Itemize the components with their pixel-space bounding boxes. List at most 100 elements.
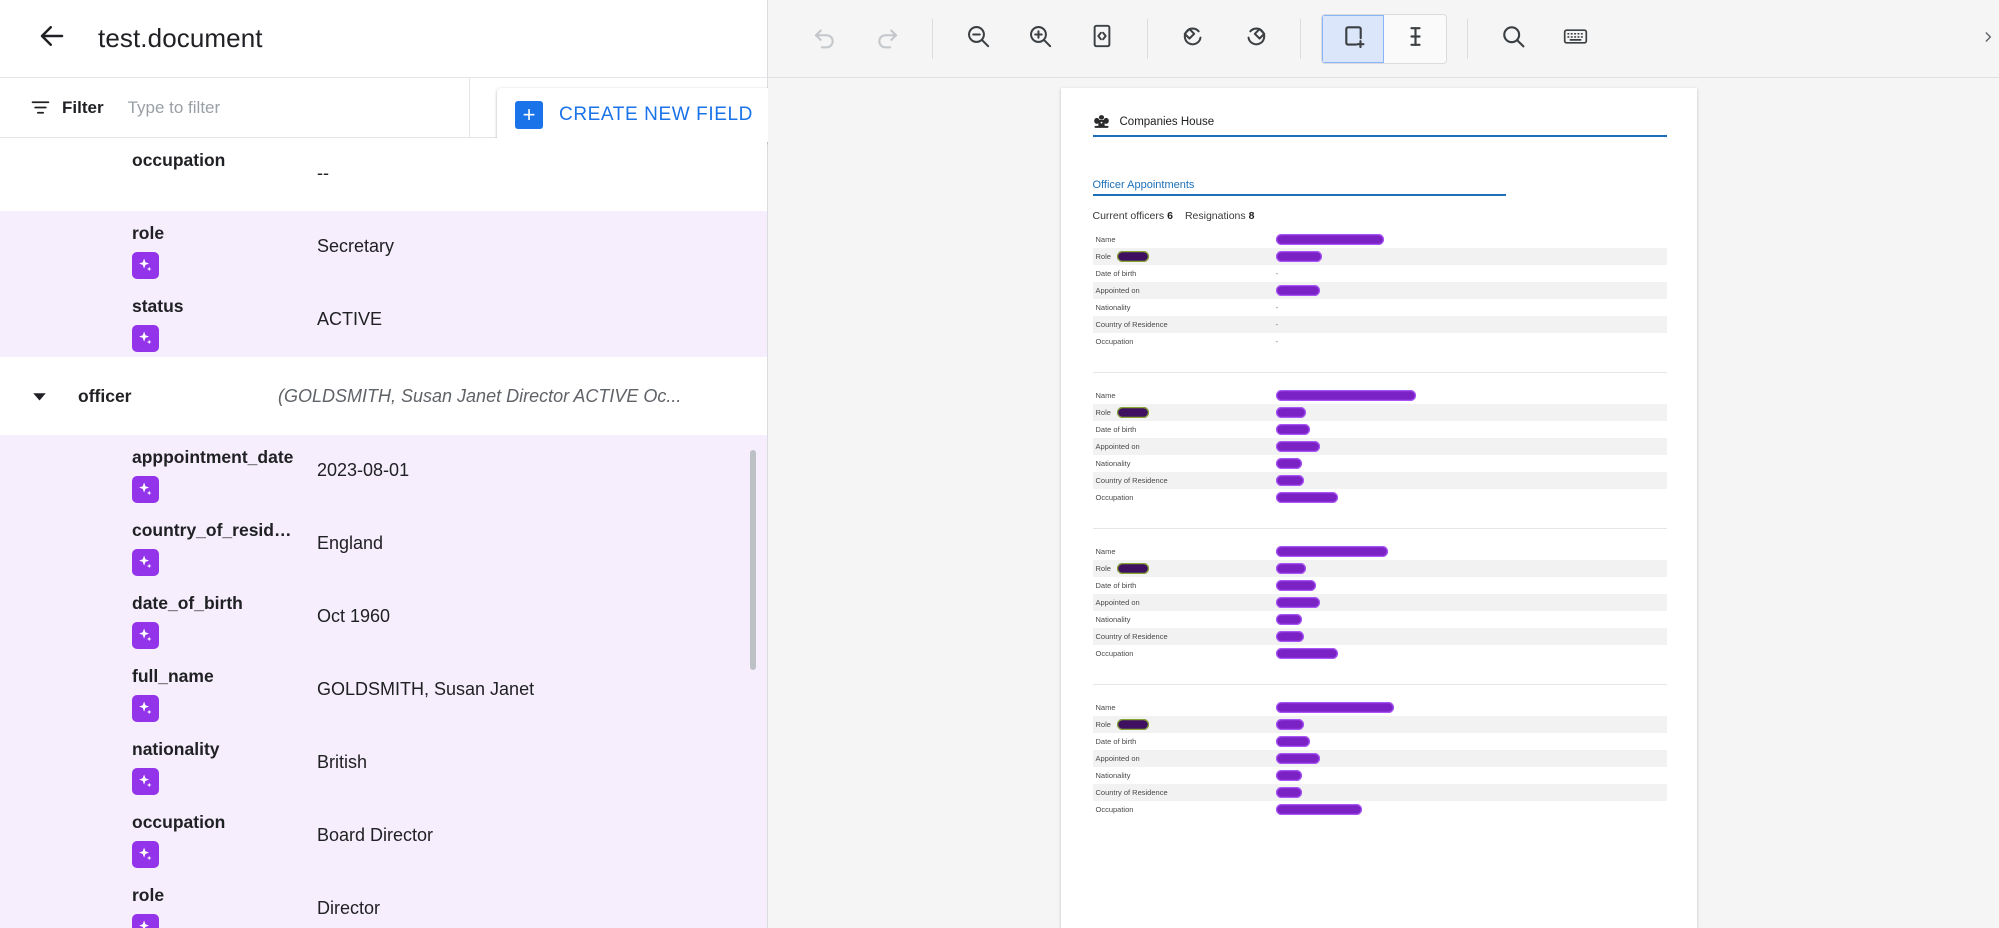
document-table-row[interactable]: Role [1093, 248, 1667, 265]
field-row[interactable]: occupation-- [0, 138, 767, 211]
document-table-row[interactable]: Role [1093, 560, 1667, 577]
document-row-value[interactable] [1276, 753, 1661, 764]
highlight-annotation[interactable] [1117, 563, 1149, 574]
field-value[interactable]: -- [317, 138, 767, 185]
page-area[interactable]: Companies House Officer Appointments Cur… [768, 78, 1999, 928]
document-table-row[interactable]: Name [1093, 699, 1667, 716]
rotate-left-button[interactable] [1165, 14, 1221, 64]
field-value[interactable]: British [317, 727, 767, 774]
keyboard-button[interactable] [1547, 14, 1603, 64]
ai-sparkle-icon[interactable] [132, 695, 159, 722]
document-table-row[interactable]: Country of Residence [1093, 472, 1667, 489]
highlight-annotation[interactable] [1276, 546, 1388, 557]
document-table-row[interactable]: Date of birth [1093, 421, 1667, 438]
field-value[interactable]: 2023-08-01 [317, 435, 767, 482]
search-input[interactable] [126, 97, 469, 119]
highlight-annotation[interactable] [1276, 458, 1302, 469]
ai-sparkle-icon[interactable] [132, 325, 159, 352]
highlight-annotation[interactable] [1276, 441, 1320, 452]
highlight-annotation[interactable] [1276, 580, 1316, 591]
document-table-row[interactable]: Country of Residence- [1093, 316, 1667, 333]
document-row-value[interactable] [1276, 546, 1661, 557]
document-row-value[interactable] [1276, 614, 1661, 625]
document-table-row[interactable]: Appointed on [1093, 594, 1667, 611]
field-value[interactable]: Director [317, 873, 767, 920]
document-row-value[interactable] [1276, 597, 1661, 608]
highlight-annotation[interactable] [1276, 770, 1302, 781]
field-row[interactable]: statusACTIVE [0, 284, 767, 357]
field-value[interactable]: Oct 1960 [317, 581, 767, 628]
highlight-annotation[interactable] [1276, 390, 1416, 401]
highlight-annotation[interactable] [1276, 251, 1322, 262]
document-table-row[interactable]: Nationality [1093, 611, 1667, 628]
panel-scrollbar-track[interactable] [754, 145, 762, 928]
caret-down-icon[interactable] [0, 389, 78, 404]
document-table-row[interactable]: Appointed on [1093, 282, 1667, 299]
document-table-row[interactable]: Country of Residence [1093, 784, 1667, 801]
document-table-row[interactable]: Appointed on [1093, 438, 1667, 455]
document-table-row[interactable]: Name [1093, 387, 1667, 404]
document-table-row[interactable]: Date of birth [1093, 733, 1667, 750]
highlight-annotation[interactable] [1276, 736, 1310, 747]
zoom-out-button[interactable] [950, 14, 1006, 64]
field-group-row[interactable]: officer(GOLDSMITH, Susan Janet Director … [0, 357, 767, 435]
back-button[interactable] [30, 17, 74, 61]
document-table-row[interactable]: Name [1093, 543, 1667, 560]
document-row-value[interactable]: - [1276, 320, 1661, 329]
document-table-row[interactable]: Nationality [1093, 767, 1667, 784]
document-table-row[interactable]: Occupation [1093, 801, 1667, 818]
field-row[interactable]: nationalityBritish [0, 727, 767, 800]
highlight-annotation[interactable] [1276, 719, 1304, 730]
document-row-value[interactable] [1276, 234, 1661, 245]
field-row[interactable]: full_nameGOLDSMITH, Susan Janet [0, 654, 767, 727]
highlight-annotation[interactable] [1276, 648, 1338, 659]
highlight-annotation[interactable] [1276, 563, 1306, 574]
fit-page-button[interactable] [1074, 14, 1130, 64]
document-row-value[interactable] [1276, 631, 1661, 642]
document-table-row[interactable]: Occupation- [1093, 333, 1667, 350]
ai-sparkle-icon[interactable] [132, 476, 159, 503]
highlight-annotation[interactable] [1276, 787, 1302, 798]
document-table-row[interactable]: Role [1093, 716, 1667, 733]
highlight-annotation[interactable] [1117, 719, 1149, 730]
document-table-row[interactable]: Country of Residence [1093, 628, 1667, 645]
create-new-field-button[interactable]: + CREATE NEW FIELD [497, 88, 775, 142]
document-row-value[interactable] [1276, 424, 1661, 435]
document-page[interactable]: Companies House Officer Appointments Cur… [1061, 88, 1697, 928]
field-row[interactable]: occupationBoard Director [0, 800, 767, 873]
field-row[interactable]: apppointment_date2023-08-01 [0, 435, 767, 508]
field-row[interactable]: country_of_resid…England [0, 508, 767, 581]
document-row-value[interactable] [1276, 770, 1661, 781]
ai-sparkle-icon[interactable] [132, 841, 159, 868]
field-value[interactable]: GOLDSMITH, Susan Janet [317, 654, 767, 701]
search-button[interactable] [1485, 14, 1541, 64]
rotate-right-button[interactable] [1227, 14, 1283, 64]
document-row-value[interactable] [1276, 390, 1661, 401]
field-value[interactable]: England [317, 508, 767, 555]
highlight-annotation[interactable] [1276, 234, 1384, 245]
field-row[interactable]: roleDirector [0, 873, 767, 928]
highlight-annotation[interactable] [1276, 492, 1338, 503]
highlight-annotation[interactable] [1117, 251, 1149, 262]
chevron-right-icon[interactable] [1981, 30, 1995, 49]
document-row-value[interactable] [1276, 492, 1661, 503]
document-row-value[interactable] [1276, 787, 1661, 798]
add-region-button[interactable] [1322, 15, 1384, 63]
document-row-value[interactable]: - [1276, 337, 1661, 346]
highlight-annotation[interactable] [1276, 702, 1394, 713]
document-table-row[interactable]: Nationality [1093, 455, 1667, 472]
document-table-row[interactable]: Role [1093, 404, 1667, 421]
document-row-value[interactable] [1276, 407, 1661, 418]
ai-sparkle-icon[interactable] [132, 768, 159, 795]
panel-scrollbar-thumb[interactable] [750, 450, 756, 670]
document-table-row[interactable]: Nationality- [1093, 299, 1667, 316]
document-row-value[interactable] [1276, 285, 1661, 296]
highlight-annotation[interactable] [1276, 285, 1320, 296]
field-value[interactable]: Secretary [317, 211, 767, 258]
document-table-row[interactable]: Date of birth- [1093, 265, 1667, 282]
ai-sparkle-icon[interactable] [132, 252, 159, 279]
fields-scroll-region[interactable]: occupation--roleSecretarystatusACTIVEoff… [0, 138, 767, 928]
document-row-value[interactable] [1276, 251, 1661, 262]
document-table-row[interactable]: Date of birth [1093, 577, 1667, 594]
document-row-value[interactable] [1276, 475, 1661, 486]
